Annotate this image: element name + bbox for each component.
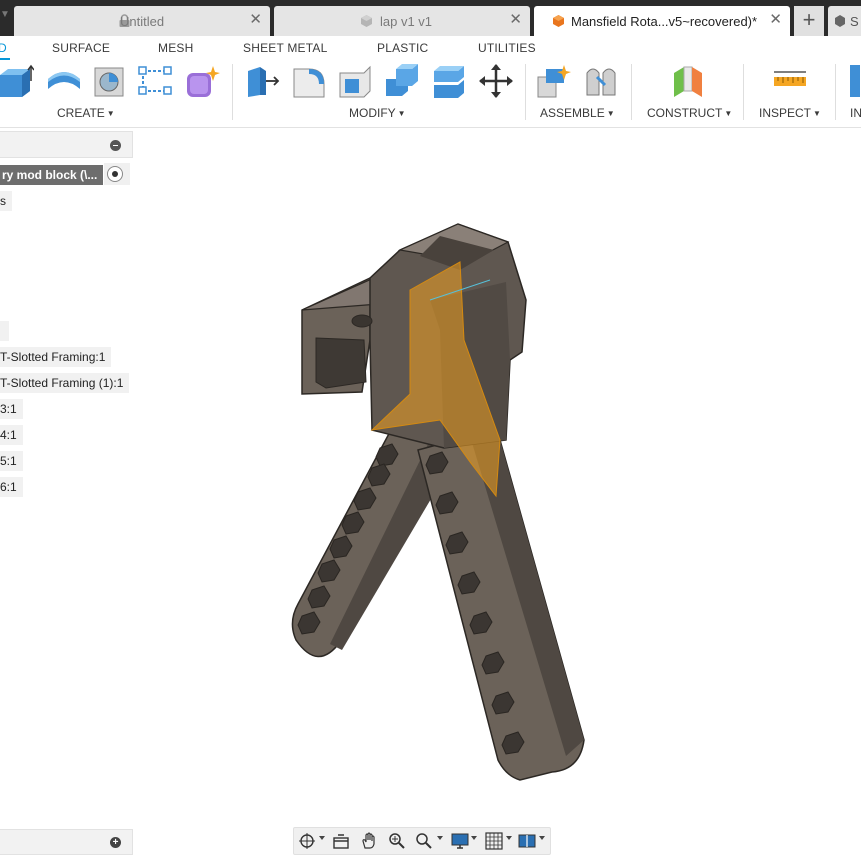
combine-icon[interactable]	[384, 63, 420, 99]
document-tab-bar: ▼ Untitled ✕ lap v1 v1 ✕ Mansfield Rota.…	[0, 0, 861, 36]
toolbar-ribbon: D SURFACE MESH SHEET METAL PLASTIC UTILI…	[0, 36, 861, 128]
right-leg[interactable]	[417, 435, 585, 781]
tab-label: S	[850, 14, 859, 29]
close-icon[interactable]: ✕	[249, 12, 262, 28]
3d-viewport[interactable]	[140, 140, 860, 820]
tab-label: Untitled	[120, 14, 165, 29]
browser-node-label: 5:1	[0, 454, 17, 468]
press-pull-icon[interactable]	[244, 63, 280, 99]
look-at-icon[interactable]	[332, 832, 350, 850]
construct-menu[interactable]: CONSTRUCT ▼	[647, 106, 732, 120]
sketch-icon[interactable]	[137, 63, 173, 99]
close-icon[interactable]: ✕	[769, 12, 782, 28]
construct-label: CONSTRUCT	[647, 106, 723, 120]
activate-component-radio[interactable]	[107, 166, 123, 182]
browser-node[interactable]: T-Slotted Framing:1	[0, 347, 112, 367]
divider	[232, 64, 233, 120]
fusion-window: ▼ Untitled ✕ lap v1 v1 ✕ Mansfield Rota.…	[0, 0, 861, 861]
fit-icon[interactable]	[415, 832, 433, 850]
browser-node[interactable]: 3:1	[0, 399, 23, 419]
collapse-browser-button[interactable]	[110, 140, 121, 151]
new-component-icon[interactable]	[536, 63, 572, 99]
assemble-menu[interactable]: ASSEMBLE ▼	[540, 106, 615, 120]
tab-untitled[interactable]: Untitled ✕	[14, 6, 270, 36]
cube-icon	[835, 15, 845, 27]
tab-lap[interactable]: lap v1 v1 ✕	[274, 6, 530, 36]
activate-radio-container	[104, 163, 130, 185]
browser-node-label: T-Slotted Framing (1):1	[0, 376, 124, 390]
chevron-down-icon[interactable]	[319, 836, 325, 840]
grid-icon[interactable]	[485, 832, 503, 850]
expand-comments-button[interactable]: +	[110, 837, 121, 848]
browser-node[interactable]: 4:1	[0, 425, 23, 445]
move-icon[interactable]	[478, 63, 514, 99]
display-icon[interactable]	[451, 832, 469, 850]
tab-sheet-metal[interactable]: SHEET METAL	[243, 41, 327, 55]
chevron-down-icon[interactable]	[471, 836, 477, 840]
pan-icon[interactable]	[360, 832, 378, 850]
revolve-icon[interactable]	[46, 63, 82, 99]
plane-icon[interactable]	[670, 63, 706, 99]
browser-header	[0, 131, 133, 158]
browser-node[interactable]: 6:1	[0, 477, 23, 497]
orbit-icon[interactable]	[298, 832, 316, 850]
tab-utilities[interactable]: UTILITIES	[478, 41, 536, 55]
orange-cube-icon	[553, 15, 564, 27]
browser-node[interactable]	[0, 321, 9, 341]
browser-node-label: 4:1	[0, 428, 17, 442]
insert-menu[interactable]: IN	[850, 106, 861, 120]
insert-icon[interactable]	[848, 63, 861, 99]
divider	[631, 64, 632, 120]
hole-icon[interactable]	[92, 63, 128, 99]
extrude-icon[interactable]	[0, 63, 34, 99]
offset-face-icon[interactable]	[431, 63, 467, 99]
inspect-menu[interactable]: INSPECT ▼	[759, 106, 821, 120]
measure-icon[interactable]	[772, 63, 808, 99]
browser-node[interactable]: T-Slotted Framing (1):1	[0, 373, 130, 393]
browser-node-label: T-Slotted Framing:1	[0, 350, 106, 364]
close-icon[interactable]: ✕	[509, 12, 522, 28]
navigation-bar	[293, 827, 551, 855]
create-label: CREATE	[57, 106, 105, 120]
inspect-label: INSPECT	[759, 106, 812, 120]
divider	[743, 64, 744, 120]
browser-node[interactable]: s	[0, 191, 12, 211]
tab-design[interactable]: D	[0, 41, 7, 55]
browser-root-component[interactable]: ry mod block (\...	[0, 165, 103, 185]
tab-overflow[interactable]: S	[828, 6, 861, 36]
joint-icon[interactable]	[583, 63, 619, 99]
browser-node-label: 6:1	[0, 480, 17, 494]
modify-menu[interactable]: MODIFY ▼	[349, 106, 406, 120]
tab-label: Mansfield Rota...v5~recovered)*	[571, 14, 758, 29]
cube-icon	[361, 15, 372, 27]
modify-label: MODIFY	[349, 106, 396, 120]
tab-surface[interactable]: SURFACE	[52, 41, 110, 55]
zoom-icon[interactable]	[388, 832, 406, 850]
tab-list-caret-icon[interactable]: ▼	[0, 9, 10, 20]
chevron-down-icon[interactable]	[539, 836, 545, 840]
form-icon[interactable]	[184, 63, 220, 99]
chevron-down-icon[interactable]	[437, 836, 443, 840]
comments-panel: +	[0, 829, 133, 855]
chevron-down-icon[interactable]	[506, 836, 512, 840]
new-tab-button[interactable]: +	[794, 6, 824, 36]
shell-icon[interactable]	[337, 63, 373, 99]
divider	[835, 64, 836, 120]
active-tab-underline	[0, 58, 10, 60]
tab-mesh[interactable]: MESH	[158, 41, 193, 55]
viewports-icon[interactable]	[518, 832, 536, 850]
tab-mansfield[interactable]: Mansfield Rota...v5~recovered)* ✕	[534, 6, 790, 36]
browser-node-label: 3:1	[0, 402, 17, 416]
browser-node-label: s	[0, 194, 6, 208]
create-menu[interactable]: CREATE ▼	[57, 106, 115, 120]
divider	[525, 64, 526, 120]
assemble-label: ASSEMBLE	[540, 106, 605, 120]
tab-label: lap v1 v1	[380, 14, 433, 29]
fillet-icon[interactable]	[291, 63, 327, 99]
browser-node[interactable]: 5:1	[0, 451, 23, 471]
tab-plastic[interactable]: PLASTIC	[377, 41, 428, 55]
